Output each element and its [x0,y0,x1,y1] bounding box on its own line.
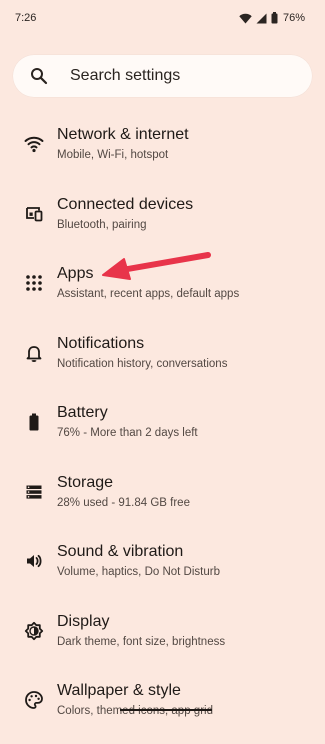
storage-icon [24,482,44,502]
status-icons: 76% [239,10,305,26]
connected-devices-icon [24,204,44,224]
battery-status-icon [271,12,278,24]
brightness-icon [24,621,44,641]
bell-icon [24,343,44,363]
settings-item-title: Storage [57,473,114,491]
settings-item-display[interactable]: Display Dark theme, font size, brightnes… [0,605,325,675]
settings-item-title: Notifications [57,334,145,352]
settings-item-sound[interactable]: Sound & vibration Volume, haptics, Do No… [0,535,325,605]
settings-item-battery[interactable]: Battery 76% - More than 2 days left [0,396,325,466]
settings-item-apps[interactable]: Apps Assistant, recent apps, default app… [0,257,325,327]
apps-grid-icon [24,273,44,293]
settings-item-subtitle: Dark theme, font size, brightness [57,635,226,648]
settings-item-subtitle: 28% used - 91.84 GB free [57,496,190,509]
battery-percent: 76% [282,12,305,24]
settings-item-connected-devices[interactable]: Connected devices Bluetooth, pairing [0,188,325,258]
search-bar[interactable]: Search settings [13,55,312,97]
status-time: 7:26 [15,12,37,24]
settings-item-title: Connected devices [57,195,194,213]
search-icon [30,67,48,85]
wifi-icon [24,134,44,154]
settings-item-storage[interactable]: Storage 28% used - 91.84 GB free [0,466,325,536]
volume-icon [24,551,44,571]
search-placeholder: Search settings [70,67,181,84]
settings-item-title: Battery [57,404,108,421]
battery-icon [24,412,44,432]
settings-item-subtitle: Mobile, Wi-Fi, hotspot [57,149,169,161]
settings-item-title: Apps [57,265,94,282]
settings-item-subtitle: Notification history, conversations [57,357,228,370]
settings-item-network[interactable]: Network & internet Mobile, Wi-Fi, hotspo… [0,118,325,188]
settings-item-notifications[interactable]: Notifications Notification history, conv… [0,327,325,397]
settings-item-subtitle: Colors, themed icons, app grid [57,705,213,717]
signal-icon [256,13,267,24]
settings-item-subtitle: 76% - More than 2 days left [57,427,198,439]
settings-item-subtitle: Assistant, recent apps, default apps [57,288,240,300]
status-bar: 7:26 76% [0,0,325,36]
settings-item-title: Display [57,612,110,630]
settings-item-title: Network & internet [57,126,189,143]
wifi-status-icon [239,13,252,24]
settings-item-title: Sound & vibration [57,543,184,560]
settings-list: Network & internet Mobile, Wi-Fi, hotspo… [0,118,325,744]
settings-item-wallpaper[interactable]: Wallpaper & style Colors, themed icons, … [0,674,325,744]
settings-item-subtitle: Volume, haptics, Do Not Disturb [57,566,220,578]
settings-item-title: Wallpaper & style [57,682,181,699]
settings-item-subtitle: Bluetooth, pairing [57,218,147,231]
palette-icon [24,690,44,710]
